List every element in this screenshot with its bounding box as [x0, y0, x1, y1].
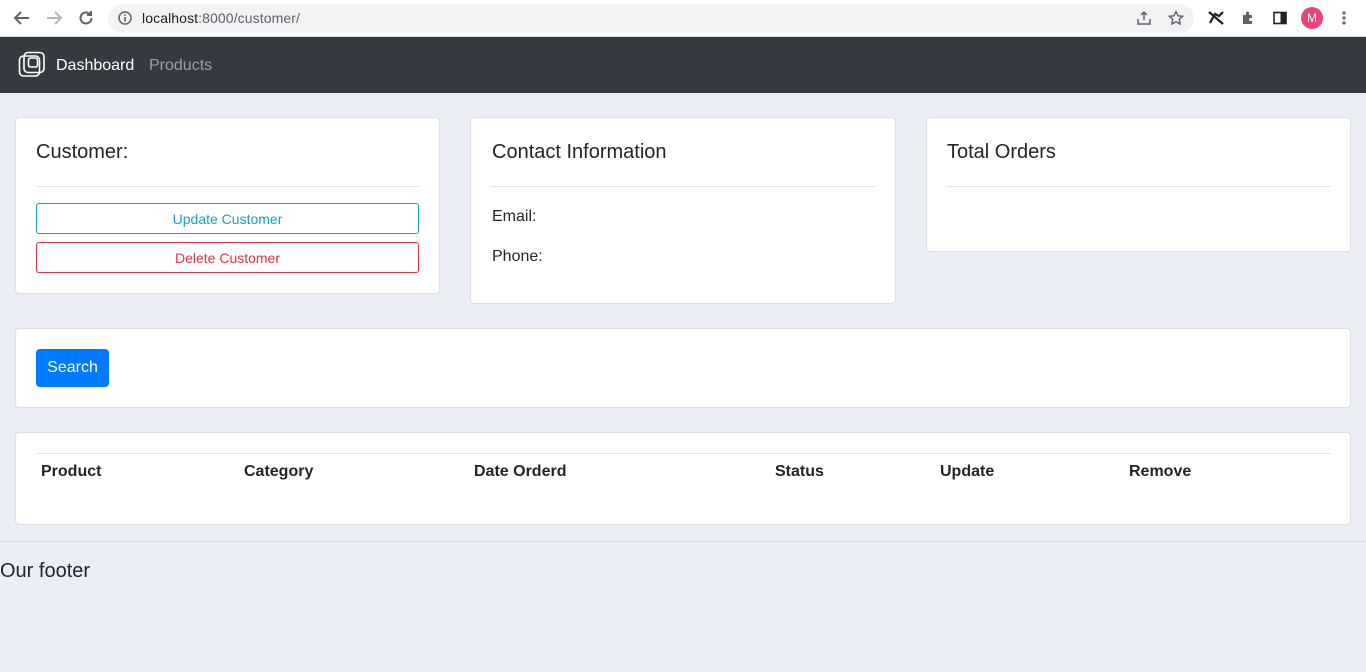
- contact-card: Contact Information Email: Phone:: [470, 117, 896, 304]
- customer-card-title: Customer:: [36, 141, 129, 163]
- column-header-remove: Remove: [1129, 463, 1192, 480]
- kebab-menu-icon: [1342, 11, 1346, 25]
- puzzle-icon: [1243, 11, 1252, 24]
- reload-button[interactable]: [74, 6, 98, 30]
- extensions-menu-button[interactable]: [1237, 7, 1259, 29]
- update-customer-button[interactable]: Update Customer: [36, 203, 419, 234]
- nav-link-products[interactable]: Products: [149, 57, 212, 75]
- back-button[interactable]: [10, 6, 34, 30]
- column-header-category: Category: [244, 463, 314, 480]
- reload-icon: [79, 11, 93, 25]
- contact-card-title: Contact Information: [492, 141, 667, 163]
- url-text: localhost:8000/customer/: [142, 10, 300, 26]
- column-header-update: Update: [940, 463, 995, 480]
- url-path: :8000/customer/: [198, 10, 301, 26]
- back-arrow-icon: [13, 11, 29, 25]
- nav-link-dashboard[interactable]: Dashboard: [56, 57, 134, 75]
- share-icon: [1137, 10, 1151, 25]
- share-button[interactable]: [1133, 7, 1155, 29]
- customer-card: Customer: Update Customer Delete Custome…: [15, 117, 440, 294]
- footer-text: Our footer: [0, 560, 91, 582]
- star-icon: [1168, 10, 1184, 26]
- column-header-status: Status: [775, 463, 824, 480]
- profile-avatar[interactable]: M: [1301, 7, 1323, 29]
- extension-glyph-icon: [1208, 11, 1224, 25]
- search-card: Search: [15, 328, 1351, 408]
- total-orders-card: Total Orders: [926, 117, 1351, 252]
- email-label: Email:: [492, 208, 537, 225]
- bookmark-button[interactable]: [1165, 7, 1187, 29]
- app-navbar: Dashboard Products: [0, 37, 1366, 93]
- footer-divider: [0, 541, 1366, 542]
- column-header-date-ordered: Date Orderd: [474, 463, 567, 480]
- table-top-border: [36, 453, 1331, 454]
- total-orders-title: Total Orders: [947, 141, 1056, 163]
- site-info-icon[interactable]: [118, 11, 132, 25]
- browser-toolbar: localhost:8000/customer/ M: [0, 0, 1366, 37]
- browser-menu-button[interactable]: [1333, 7, 1355, 29]
- divider: [36, 186, 419, 187]
- delete-customer-button[interactable]: Delete Customer: [36, 242, 419, 273]
- search-button[interactable]: Search: [36, 349, 109, 387]
- extension-button[interactable]: [1205, 7, 1227, 29]
- column-header-product: Product: [41, 463, 102, 480]
- divider: [946, 186, 1331, 187]
- divider: [490, 186, 876, 187]
- side-panel-icon: [1273, 11, 1287, 25]
- forward-button[interactable]: [42, 6, 66, 30]
- phone-label: Phone:: [492, 248, 543, 265]
- brand-logo-icon[interactable]: [18, 51, 46, 79]
- forward-arrow-icon: [47, 11, 63, 25]
- side-panel-button[interactable]: [1269, 7, 1291, 29]
- url-host: localhost: [142, 10, 199, 26]
- orders-table-card: Product Category Date Orderd Status Upda…: [15, 432, 1351, 525]
